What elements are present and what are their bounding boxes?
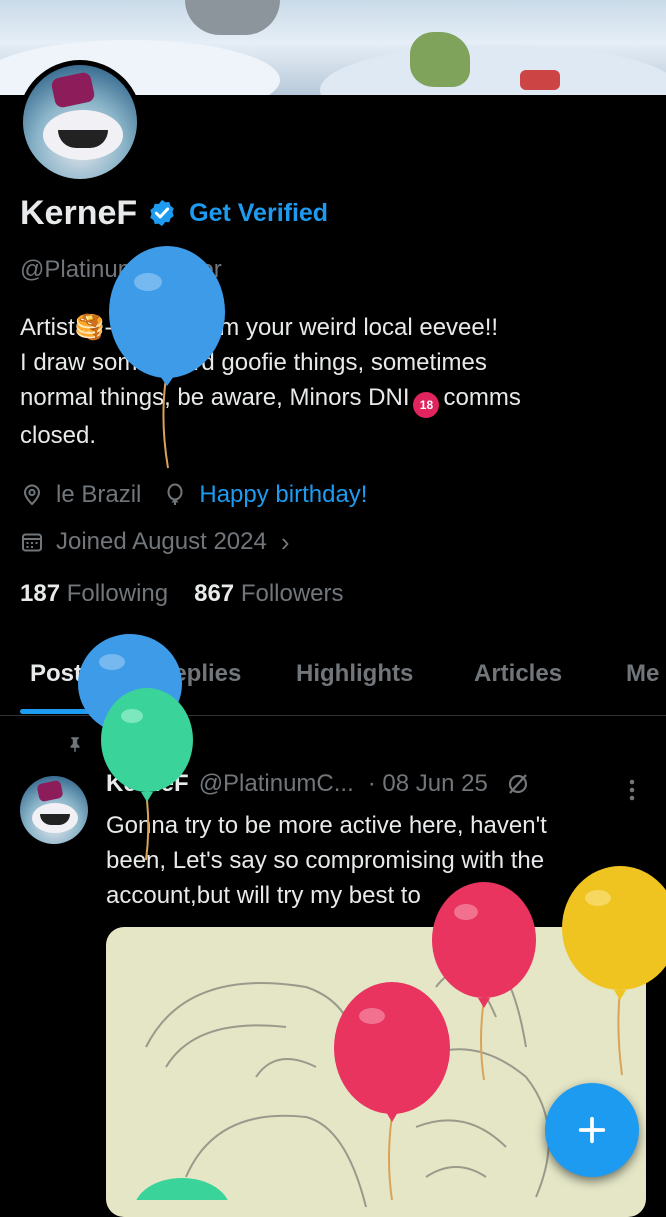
bio-line: Artist🥞- 18 - he/him your weird local ee… xyxy=(20,314,499,341)
pinned-label: Pinned xyxy=(124,733,188,754)
pinned-indicator: Pinned xyxy=(66,733,187,755)
post-text-line: account,but will try my best to xyxy=(106,882,421,909)
get-verified-link[interactable]: Get Verified xyxy=(189,199,328,228)
compose-button[interactable] xyxy=(545,1083,639,1177)
bio-text: comms xyxy=(443,384,521,411)
sketch-drawing xyxy=(145,956,550,1208)
post-author-avatar[interactable] xyxy=(20,776,88,844)
followers-count: 867 xyxy=(194,580,235,607)
profile-avatar[interactable] xyxy=(18,60,142,184)
pin-icon xyxy=(70,737,80,753)
verified-badge-icon[interactable] xyxy=(147,198,177,228)
following-count: 187 xyxy=(20,580,61,607)
no-under-18-icon: 18 xyxy=(413,392,440,418)
banner-turtle xyxy=(410,32,470,87)
name-row: KerneF Get Verified xyxy=(20,192,328,234)
joined-row[interactable]: Joined August 2024 › xyxy=(20,525,290,559)
tab-posts[interactable]: Posts xyxy=(30,660,95,688)
post-author-handle[interactable]: @PlatinumC... xyxy=(199,770,354,798)
joined-text: Joined August 2024 xyxy=(56,528,267,555)
profile-handle: @PlatinumCobbler xyxy=(20,256,222,283)
bio-line: closed. xyxy=(20,422,97,449)
post-date[interactable]: · 08 Jun 25 xyxy=(368,770,488,798)
post-text-line: Gonna try to be more active here, haven'… xyxy=(106,812,547,839)
banner-detail xyxy=(520,70,560,90)
grok-icon[interactable] xyxy=(506,772,530,796)
tab-articles[interactable]: Articles xyxy=(474,660,562,688)
banner-seal xyxy=(185,0,280,35)
post-header: KerneF @PlatinumC... · 08 Jun 25 xyxy=(106,770,530,798)
profile-bio: Artist🥞- 18 - he/him your weird local ee… xyxy=(20,310,640,453)
balloon-icon xyxy=(167,483,183,505)
tab-highlights[interactable]: Highlights xyxy=(296,660,413,688)
following-label: Following xyxy=(66,580,169,607)
location-pin-icon xyxy=(23,484,41,506)
bio-line: I draw some weird goofie things, sometim… xyxy=(20,349,487,376)
profile-meta-row: le Brazil Happy birthday! xyxy=(20,478,367,512)
birthday-link[interactable]: Happy birthday! xyxy=(199,481,367,509)
avatar-image xyxy=(23,65,137,179)
bio-line: normal things, be aware, Minors DNI 18 com… xyxy=(20,380,640,418)
calendar-icon xyxy=(22,533,42,552)
followers-stat[interactable]: 867 Followers xyxy=(194,580,343,608)
following-stat[interactable]: 187 Following xyxy=(20,580,168,608)
followers-label: Followers xyxy=(240,580,344,607)
chevron-right-icon: › xyxy=(280,526,290,557)
post-text-line: been, Let's say so compromising with the xyxy=(106,847,545,874)
post-media-image[interactable] xyxy=(106,927,646,1217)
plus-icon xyxy=(578,1116,606,1144)
more-vertical-icon[interactable] xyxy=(622,776,642,804)
tab-media[interactable]: Me xyxy=(626,660,659,688)
post-author-name[interactable]: KerneF xyxy=(106,770,189,798)
banner-snow xyxy=(320,45,666,95)
display-name: KerneF xyxy=(20,193,138,232)
post-body[interactable]: Gonna try to be more active here, haven'… xyxy=(106,808,646,913)
bio-text: normal things, be aware, Minors DNI xyxy=(20,384,410,411)
active-tab-indicator xyxy=(20,709,112,714)
tab-replies[interactable]: Replies xyxy=(156,660,241,688)
profile-tabs: Posts Replies Highlights Articles Me xyxy=(0,655,666,716)
location-text: le Brazil xyxy=(56,481,142,508)
follow-stats: 187 Following 867 Followers xyxy=(20,580,344,608)
